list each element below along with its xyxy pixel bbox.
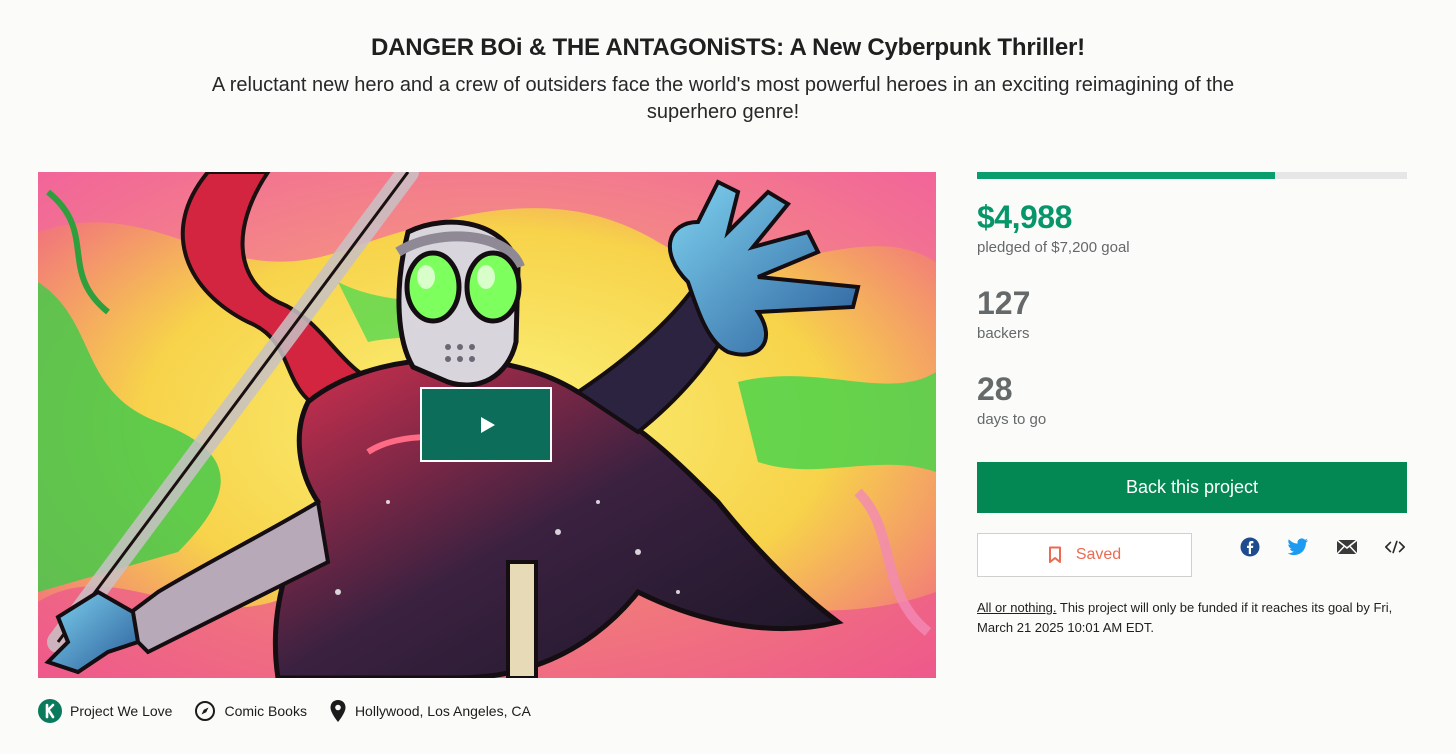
backers-count: 127 — [977, 285, 1031, 321]
tag-label: Project We Love — [70, 703, 173, 719]
play-video-button[interactable] — [420, 387, 552, 462]
back-this-project-button[interactable]: Back this project — [977, 462, 1407, 513]
project-blurb: A reluctant new hero and a crew of outsi… — [211, 74, 1235, 123]
play-icon — [480, 416, 495, 433]
project-title: DANGER BOi & THE ANTAGONiSTS: A New Cybe… — [371, 34, 1085, 61]
twitter-icon[interactable] — [1287, 536, 1309, 558]
project-page: DANGER BOi & THE ANTAGONiSTS: A New Cybe… — [0, 0, 1456, 754]
pledged-amount: $4,988 — [977, 199, 1072, 235]
location-pin-icon — [329, 699, 347, 723]
email-icon[interactable] — [1336, 536, 1358, 558]
facebook-icon[interactable] — [1239, 536, 1261, 558]
funding-progress-bar — [977, 172, 1407, 179]
tag-label: Hollywood, Los Angeles, CA — [354, 703, 531, 719]
kickstarter-badge-icon — [38, 699, 62, 723]
bookmark-icon — [1048, 546, 1062, 564]
tag-location[interactable]: Hollywood, Los Angeles, CA — [329, 699, 531, 723]
tag-label: Comic Books — [224, 703, 307, 719]
compass-icon — [194, 700, 216, 722]
saved-label: Saved — [1075, 546, 1122, 563]
tag-comic-books[interactable]: Comic Books — [194, 700, 307, 722]
tag-project-we-love[interactable]: Project We Love — [38, 699, 172, 723]
days-to-go-count: 28 — [977, 371, 1013, 407]
project-tags: Project We Love Comic Books Hollywood, L… — [38, 698, 553, 724]
project-video[interactable] — [38, 172, 936, 678]
saved-button[interactable]: Saved — [977, 533, 1192, 577]
pledged-caption: pledged of $7,200 goal — [977, 239, 1130, 256]
all-or-nothing-link[interactable]: All or nothing. — [977, 600, 1057, 615]
funding-note: All or nothing. This project will only b… — [977, 598, 1407, 638]
embed-icon[interactable] — [1384, 536, 1406, 558]
funding-progress-fill — [977, 172, 1275, 179]
backers-caption: backers — [977, 325, 1030, 342]
days-to-go-caption: days to go — [977, 411, 1047, 428]
